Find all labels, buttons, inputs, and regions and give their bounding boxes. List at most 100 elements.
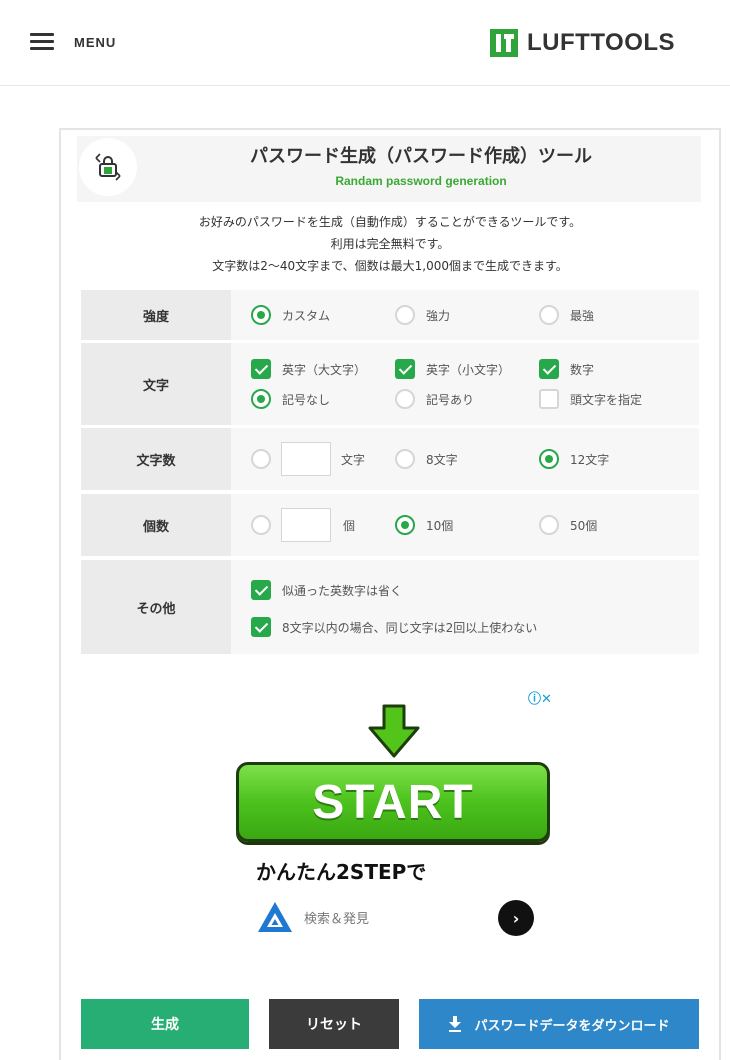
length-options: 文字 8文字 12文字 — [231, 428, 699, 490]
hamburger-icon — [30, 33, 54, 51]
tool-title: パスワード生成（パスワード作成）ツール — [250, 146, 592, 167]
option-label: 強力 — [426, 308, 451, 323]
ad-brand: 検索＆発見 — [256, 900, 369, 934]
search-brand-logo-icon — [258, 902, 292, 932]
option-label: 8文字以内の場合、同じ文字は2回以上使わない — [282, 620, 538, 635]
radio-selected-icon — [251, 305, 271, 325]
checkbox-checked-icon — [251, 359, 271, 379]
checkbox-icon — [539, 389, 559, 409]
chars-row: 文字 英字（大文字） 英字（小文字） 数字 記号なし 記号あり 頭文字を指定 — [81, 343, 699, 425]
other-label: その他 — [81, 560, 231, 654]
length-unit-label: 文字 — [341, 453, 366, 467]
radio-selected-icon — [539, 449, 559, 469]
site-header: MENU LUFTTOOLS — [0, 0, 730, 86]
radio-selected-icon — [395, 515, 415, 535]
download-label: パスワードデータをダウンロード — [474, 1018, 670, 1034]
generate-button[interactable]: 生成 — [81, 999, 249, 1049]
menu-label: MENU — [74, 34, 117, 50]
option-label: 10個 — [426, 518, 454, 533]
tool-description: お好みのパスワードを生成（自動作成）することができるツールです。 利用は完全無料… — [61, 211, 719, 277]
count-options: 個 10個 50個 — [231, 494, 699, 556]
checkbox-checked-icon — [539, 359, 559, 379]
length-8-radio[interactable]: 8文字 — [395, 449, 458, 469]
advertisement[interactable]: ⓘ✕ START かんたん2STEPで 検索＆発見 › — [236, 688, 556, 968]
radio-icon — [539, 515, 559, 535]
down-arrow-icon — [368, 704, 420, 758]
site-logo[interactable]: LUFTTOOLS — [490, 29, 675, 57]
count-50-radio[interactable]: 50個 — [539, 515, 597, 535]
reset-button[interactable]: リセット — [269, 999, 399, 1049]
description-line: 利用は完全無料です。 — [330, 237, 450, 251]
chars-options: 英字（大文字） 英字（小文字） 数字 記号なし 記号あり 頭文字を指定 — [231, 343, 699, 425]
ad-go-button[interactable]: › — [498, 900, 534, 936]
logo-text: LUFTTOOLS — [527, 29, 676, 56]
with-symbols-radio[interactable]: 記号あり — [395, 389, 474, 409]
count-label: 個数 — [81, 494, 231, 556]
radio-icon — [395, 449, 415, 469]
length-custom-radio[interactable] — [251, 449, 271, 469]
password-tool-card: パスワード生成（パスワード作成）ツール Randam password gene… — [59, 128, 721, 1060]
checkbox-checked-icon — [395, 359, 415, 379]
ad-start-button[interactable]: START — [236, 762, 550, 842]
checkbox-checked-icon — [251, 580, 271, 600]
download-icon — [449, 1016, 462, 1032]
strength-strong-radio[interactable]: 強力 — [395, 305, 450, 325]
count-row: 個数 個 10個 50個 — [81, 494, 699, 556]
generate-label: 生成 — [151, 1017, 179, 1033]
menu-button[interactable]: MENU — [30, 33, 116, 51]
ad-caption: かんたん2STEPで — [256, 860, 427, 884]
other-options: 似通った英数字は省く 8文字以内の場合、同じ文字は2回以上使わない — [231, 560, 699, 654]
strength-options: カスタム 強力 最強 — [231, 290, 699, 340]
radio-icon — [395, 305, 415, 325]
length-12-radio[interactable]: 12文字 — [539, 449, 609, 469]
download-button[interactable]: パスワードデータをダウンロード — [419, 999, 699, 1049]
strength-label: 強度 — [81, 290, 231, 340]
no-symbols-radio[interactable]: 記号なし — [251, 389, 330, 409]
option-label: 数字 — [570, 362, 595, 377]
option-label: 記号あり — [426, 392, 475, 407]
ad-info-close-icon[interactable]: ⓘ✕ — [528, 688, 552, 707]
count-unit-label: 個 — [343, 519, 356, 533]
strength-row: 強度 カスタム 強力 最強 — [81, 290, 699, 340]
option-label: 8文字 — [426, 452, 458, 467]
radio-selected-icon — [251, 389, 271, 409]
count-custom-radio[interactable] — [251, 515, 271, 535]
first-char-checkbox[interactable]: 頭文字を指定 — [539, 389, 642, 409]
option-label: 英字（大文字） — [282, 362, 367, 377]
option-label: 50個 — [570, 518, 598, 533]
radio-icon — [251, 515, 271, 535]
radio-icon — [395, 389, 415, 409]
length-custom-input[interactable] — [281, 442, 331, 476]
lowercase-checkbox[interactable]: 英字（小文字） — [395, 359, 510, 379]
option-label: カスタム — [282, 308, 331, 323]
radio-icon — [539, 305, 559, 325]
digits-checkbox[interactable]: 数字 — [539, 359, 594, 379]
description-line: 文字数は2〜40文字まで、個数は最大1,000個まで生成できます。 — [212, 259, 568, 273]
ad-brand-text: 検索＆発見 — [304, 911, 370, 927]
exclude-similar-checkbox[interactable]: 似通った英数字は省く — [251, 580, 402, 600]
option-label: 頭文字を指定 — [570, 392, 643, 407]
tool-header: パスワード生成（パスワード作成）ツール Randam password gene… — [77, 136, 701, 202]
option-label: 最強 — [570, 308, 595, 323]
checkbox-checked-icon — [251, 617, 271, 637]
strength-strongest-radio[interactable]: 最強 — [539, 305, 594, 325]
chars-label: 文字 — [81, 343, 231, 425]
ad-start-text: START — [312, 775, 474, 829]
count-custom-input[interactable] — [281, 508, 331, 542]
uppercase-checkbox[interactable]: 英字（大文字） — [251, 359, 366, 379]
strength-custom-radio[interactable]: カスタム — [251, 305, 330, 325]
length-label: 文字数 — [81, 428, 231, 490]
tool-subtitle: Randam password generation — [335, 174, 507, 188]
chevron-right-icon: › — [512, 908, 520, 928]
lufttools-logo-icon — [490, 29, 518, 57]
no-repeat-checkbox[interactable]: 8文字以内の場合、同じ文字は2回以上使わない — [251, 617, 537, 637]
count-10-radio[interactable]: 10個 — [395, 515, 453, 535]
radio-icon — [251, 449, 271, 469]
option-label: 12文字 — [570, 452, 610, 467]
length-row: 文字数 文字 8文字 12文字 — [81, 428, 699, 490]
other-row: その他 似通った英数字は省く 8文字以内の場合、同じ文字は2回以上使わない — [81, 560, 699, 654]
option-label: 記号なし — [282, 392, 331, 407]
reset-label: リセット — [306, 1017, 362, 1033]
option-label: 英字（小文字） — [426, 362, 511, 377]
description-line: お好みのパスワードを生成（自動作成）することができるツールです。 — [198, 215, 582, 229]
